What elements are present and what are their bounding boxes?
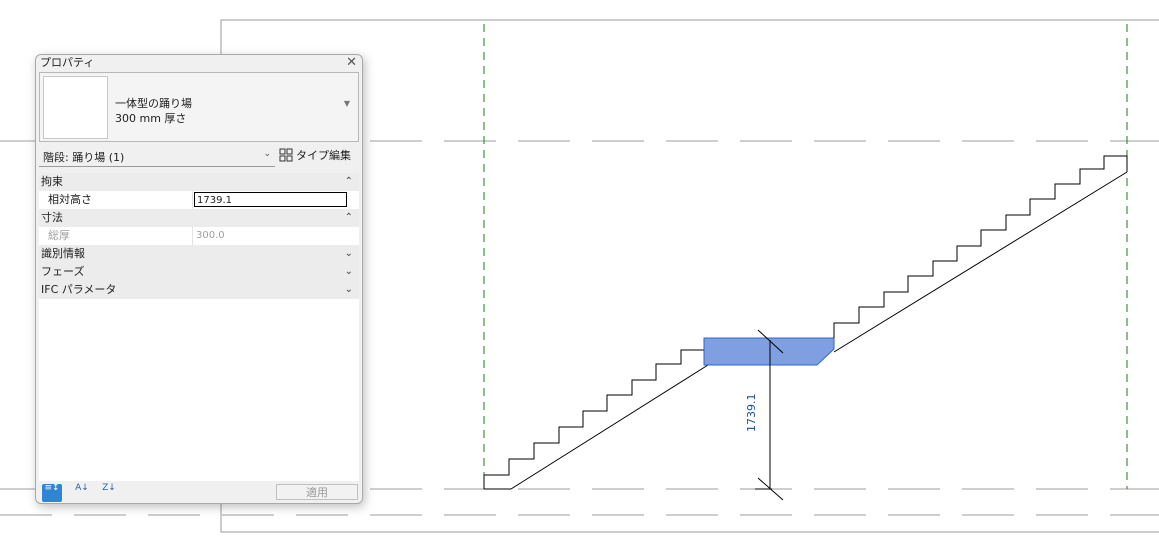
group-ifc-parameters[interactable]: IFC パラメータ ⌄ (39, 281, 359, 299)
stair-run-lower-soffit (510, 364, 709, 490)
group-constraints[interactable]: 拘束 ⌃ (39, 173, 359, 191)
stair-run-upper-soffit (833, 171, 1128, 353)
group-label: 識別情報 (41, 247, 85, 260)
group-label: 寸法 (41, 211, 63, 224)
type-selector[interactable]: 一体型の踊り場 300 mm 厚さ ▼ (39, 72, 359, 142)
chevron-down-icon[interactable]: ▼ (344, 99, 350, 108)
collapse-icon[interactable]: ⌃ (345, 173, 353, 191)
param-label: 総厚 (48, 229, 70, 242)
instance-filter-label: 階段: 踊り場 (1) (43, 151, 125, 164)
group-label: 拘束 (41, 175, 63, 188)
stair-run-upper[interactable] (833, 155, 1128, 338)
total-thickness-value: 300.0 (196, 230, 225, 241)
edit-type-button[interactable]: タイプ編集 (279, 146, 359, 166)
edit-type-icon (279, 148, 293, 162)
edit-type-label: タイプ編集 (296, 149, 351, 162)
close-icon[interactable]: ✕ (346, 55, 357, 71)
group-identity-data[interactable]: 識別情報 ⌄ (39, 245, 359, 263)
type-family-name: 一体型の踊り場 (115, 97, 192, 110)
chevron-down-icon[interactable]: ⌄ (263, 149, 271, 159)
apply-button[interactable]: 適用 (276, 484, 358, 500)
properties-palette[interactable]: プロパティ ✕ 一体型の踊り場 300 mm 厚さ ▼ 階段: 踊り場 (1) … (35, 54, 363, 504)
group-label: フェーズ (41, 265, 85, 278)
type-name: 300 mm 厚さ (115, 112, 187, 125)
stair-run-lower[interactable] (483, 349, 706, 489)
group-dimensions[interactable]: 寸法 ⌃ (39, 209, 359, 227)
expand-icon[interactable]: ⌄ (345, 245, 353, 263)
palette-title: プロパティ (40, 56, 95, 69)
param-label: 相対高さ (48, 193, 92, 206)
categorized-icon[interactable]: ≡↕ (42, 484, 62, 502)
properties-grid[interactable]: 拘束 ⌃ 相対高さ 1739.1 寸法 ⌃ 総厚 300.0 識別情報 ⌄ フェ… (39, 173, 359, 481)
relative-height-input[interactable]: 1739.1 (194, 192, 347, 207)
dimension-value-text[interactable]: 1739.1 (745, 394, 758, 433)
type-preview-image (43, 76, 108, 139)
palette-footer: ≡↕ A↓ Z↓ 適用 (39, 481, 359, 503)
collapse-icon[interactable]: ⌃ (345, 209, 353, 227)
param-relative-height[interactable]: 相対高さ 1739.1 (39, 191, 359, 209)
group-phasing[interactable]: フェーズ ⌄ (39, 263, 359, 281)
landing-selected[interactable] (703, 337, 835, 366)
expand-icon[interactable]: ⌄ (345, 263, 353, 281)
param-total-thickness: 総厚 300.0 (39, 227, 359, 245)
instance-filter-dropdown[interactable]: 階段: 踊り場 (1) ⌄ (39, 146, 275, 167)
group-label: IFC パラメータ (41, 283, 117, 296)
sort-descending-icon[interactable]: Z↓ (99, 484, 119, 502)
expand-icon[interactable]: ⌄ (345, 281, 353, 299)
sort-ascending-icon[interactable]: A↓ (72, 484, 92, 502)
